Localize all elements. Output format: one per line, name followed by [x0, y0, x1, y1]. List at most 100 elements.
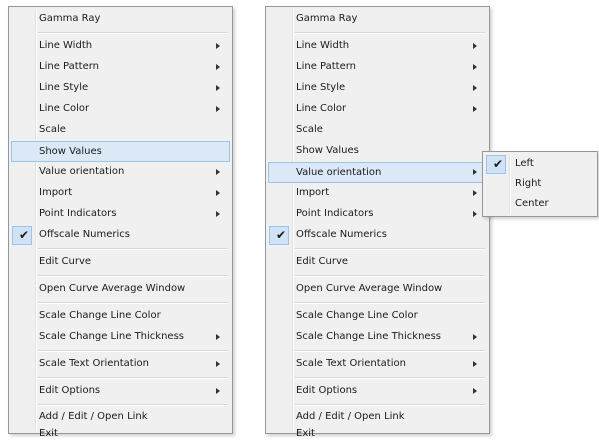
chevron-right-icon	[216, 43, 220, 49]
menu-item-label: Offscale Numerics	[39, 229, 131, 240]
context-menu-right: Gamma Ray Line Width Line Pattern Line S…	[265, 6, 490, 439]
menu-item-label: Line Width	[296, 40, 350, 51]
menu-item-label: Exit	[39, 428, 58, 439]
menu-item-scale-change-line-color[interactable]: Scale Change Line Color	[268, 306, 487, 327]
menu-item-label: Scale Change Line Thickness	[39, 331, 184, 342]
chevron-right-icon	[216, 106, 220, 112]
submenu-value-orientation: ✔ Left Right Center	[482, 151, 598, 217]
menu-item-line-style[interactable]: Line Style	[11, 78, 230, 99]
menu-item-value-orientation[interactable]: Value orientation	[268, 162, 487, 183]
menu-separator	[295, 302, 485, 304]
chevron-right-icon	[473, 43, 477, 49]
menu-item-label: Line Style	[39, 82, 89, 93]
menu-separator	[295, 248, 485, 250]
menu-item-line-pattern[interactable]: Line Pattern	[268, 57, 487, 78]
context-menu-left: Gamma Ray Line Width Line Pattern Line S…	[8, 6, 233, 439]
menu-item-label: Edit Curve	[39, 256, 92, 267]
menu-item-line-pattern[interactable]: Line Pattern	[11, 57, 230, 78]
menu-item-label: Line Color	[39, 103, 90, 114]
menu-item-label: Scale Change Line Color	[39, 310, 161, 321]
submenu-item-label: Right	[515, 178, 542, 189]
chevron-right-icon	[216, 190, 220, 196]
menu-item-label: Offscale Numerics	[296, 229, 388, 240]
menu-item-edit-options[interactable]: Edit Options	[11, 381, 230, 402]
menu-separator	[295, 350, 485, 352]
chevron-right-icon	[473, 211, 477, 217]
menu-separator	[295, 275, 485, 277]
chevron-right-icon	[473, 85, 477, 91]
menu-item-line-style[interactable]: Line Style	[268, 78, 487, 99]
menu-item-edit-options[interactable]: Edit Options	[268, 381, 487, 402]
menu-item-open-curve-average-window[interactable]: Open Curve Average Window	[268, 279, 487, 300]
chevron-right-icon	[216, 64, 220, 70]
submenu-item-label: Left	[515, 158, 534, 169]
menu-separator	[295, 32, 485, 34]
menu-item-label: Point Indicators	[39, 208, 117, 219]
chevron-right-icon	[216, 334, 220, 340]
check-icon: ✔	[275, 228, 287, 242]
menu-item-label: Edit Curve	[296, 256, 349, 267]
menu-item-point-indicators[interactable]: Point Indicators	[268, 204, 487, 225]
menu-item-gamma-ray[interactable]: Gamma Ray	[268, 9, 487, 30]
menu-item-label: Line Style	[296, 82, 346, 93]
menu-separator	[295, 377, 485, 379]
menu-item-open-curve-average-window[interactable]: Open Curve Average Window	[11, 279, 230, 300]
menu-item-offscale-numerics[interactable]: ✔ Offscale Numerics	[11, 225, 230, 246]
menu-item-label: Edit Options	[296, 385, 358, 396]
menu-item-value-orientation[interactable]: Value orientation	[11, 162, 230, 183]
menu-item-show-values[interactable]: Show Values	[268, 141, 487, 162]
menu-item-label: Scale	[39, 124, 66, 135]
menu-item-scale[interactable]: Scale	[268, 120, 487, 141]
menu-item-scale-change-line-color[interactable]: Scale Change Line Color	[11, 306, 230, 327]
menu-item-edit-curve[interactable]: Edit Curve	[11, 252, 230, 273]
chevron-right-icon	[473, 361, 477, 367]
menu-item-label: Edit Options	[39, 385, 101, 396]
menu-separator	[38, 275, 228, 277]
menu-item-label: Open Curve Average Window	[39, 283, 186, 294]
menu-item-label: Point Indicators	[296, 208, 374, 219]
chevron-right-icon	[216, 169, 220, 175]
menu-item-line-width[interactable]: Line Width	[11, 36, 230, 57]
menu-item-line-color[interactable]: Line Color	[11, 99, 230, 120]
submenu-item-right[interactable]: Right	[485, 174, 595, 195]
menu-item-label: Gamma Ray	[39, 13, 101, 24]
menu-item-label: Import	[39, 187, 73, 198]
chevron-right-icon	[216, 85, 220, 91]
menu-item-edit-curve[interactable]: Edit Curve	[268, 252, 487, 273]
menu-item-show-values[interactable]: Show Values	[11, 141, 230, 162]
chevron-right-icon	[473, 190, 477, 196]
menu-item-label: Scale Text Orientation	[39, 358, 149, 369]
menu-item-scale[interactable]: Scale	[11, 120, 230, 141]
menu-separator	[38, 350, 228, 352]
menu-item-scale-text-orientation[interactable]: Scale Text Orientation	[11, 354, 230, 375]
menu-item-label: Show Values	[296, 145, 359, 156]
menu-item-label: Scale Change Line Thickness	[296, 331, 441, 342]
menu-item-line-width[interactable]: Line Width	[268, 36, 487, 57]
menu-item-label: Import	[296, 187, 330, 198]
menu-item-scale-change-line-thickness[interactable]: Scale Change Line Thickness	[268, 327, 487, 348]
menu-separator	[38, 404, 228, 406]
menu-item-point-indicators[interactable]: Point Indicators	[11, 204, 230, 225]
menu-item-scale-text-orientation[interactable]: Scale Text Orientation	[268, 354, 487, 375]
menu-item-offscale-numerics[interactable]: ✔ Offscale Numerics	[268, 225, 487, 246]
chevron-right-icon	[216, 211, 220, 217]
chevron-right-icon	[216, 388, 220, 394]
menu-item-label: Scale Text Orientation	[296, 358, 406, 369]
submenu-item-left[interactable]: ✔ Left	[485, 154, 595, 175]
menu-item-import[interactable]: Import	[11, 183, 230, 204]
menu-item-line-color[interactable]: Line Color	[268, 99, 487, 120]
menu-item-exit[interactable]: Exit	[11, 424, 230, 445]
chevron-right-icon	[473, 64, 477, 70]
menu-item-import[interactable]: Import	[268, 183, 487, 204]
submenu-item-center[interactable]: Center	[485, 194, 595, 215]
menu-item-label: Value orientation	[39, 166, 125, 177]
menu-item-label: Gamma Ray	[296, 13, 358, 24]
menu-item-scale-change-line-thickness[interactable]: Scale Change Line Thickness	[11, 327, 230, 348]
menu-item-gamma-ray[interactable]: Gamma Ray	[11, 9, 230, 30]
menu-item-exit[interactable]: Exit	[268, 424, 487, 445]
menu-item-label: Scale	[296, 124, 323, 135]
menu-item-label: Line Width	[39, 40, 93, 51]
chevron-right-icon	[473, 334, 477, 340]
menu-item-label: Line Pattern	[296, 61, 356, 72]
check-icon: ✔	[492, 157, 504, 171]
